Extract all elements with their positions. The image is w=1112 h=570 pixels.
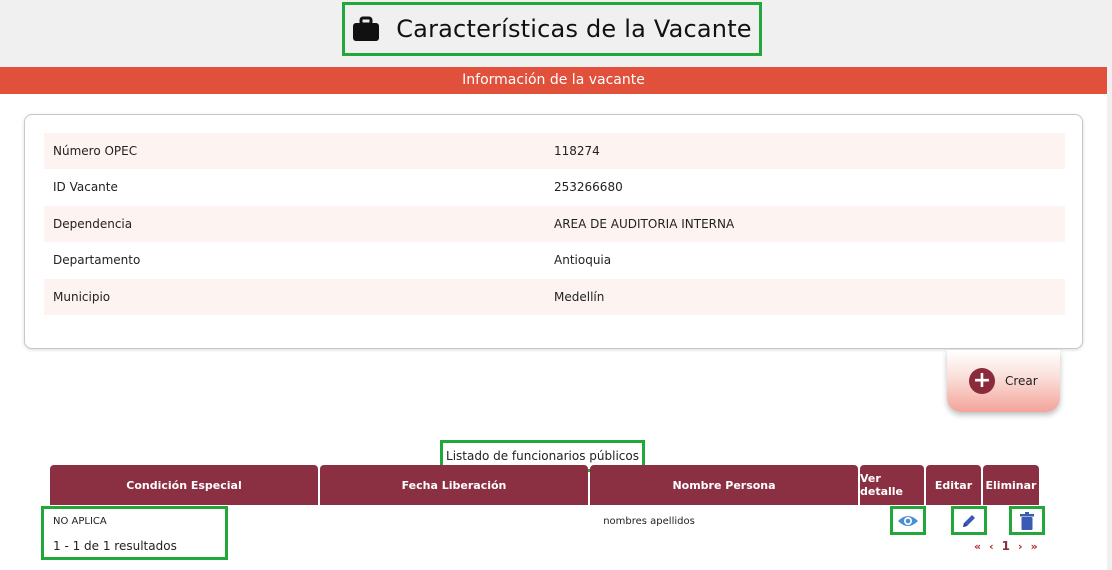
- create-button-label: Crear: [1005, 374, 1038, 388]
- info-value: Medellín: [554, 290, 605, 304]
- info-label: Número OPEC: [53, 144, 138, 158]
- info-label: Municipio: [53, 290, 111, 304]
- info-row: Número OPEC 118274: [44, 133, 1065, 169]
- column-header-editar: Editar: [926, 465, 981, 505]
- page-title-box: Características de la Vacante: [342, 2, 762, 56]
- pagination: « ‹ 1 › »: [970, 539, 1042, 553]
- column-header-fecha[interactable]: Fecha Liberación: [320, 465, 588, 505]
- edit-button[interactable]: [951, 506, 987, 535]
- column-header-eliminar: Eliminar: [983, 465, 1039, 505]
- info-label: Dependencia: [53, 217, 133, 231]
- view-detail-button[interactable]: [890, 506, 926, 535]
- pencil-icon: [963, 514, 975, 527]
- info-row: Departamento Antioquia: [44, 242, 1065, 278]
- vacancy-panel: Información de la vacante Número OPEC 11…: [0, 67, 1107, 570]
- trash-icon: [1020, 511, 1034, 530]
- info-value: Antioquia: [554, 253, 612, 267]
- delete-button[interactable]: [1009, 506, 1045, 535]
- info-label: ID Vacante: [53, 180, 118, 194]
- info-row: Municipio Medellín: [44, 279, 1065, 315]
- first-page-button[interactable]: «: [974, 540, 981, 553]
- info-value: AREA DE AUDITORIA INTERNA: [554, 217, 735, 231]
- table-cell-nombre: nombres apellidos: [603, 516, 695, 527]
- plus-circle-icon: +: [969, 368, 995, 394]
- next-page-button[interactable]: ›: [1018, 540, 1023, 553]
- vacancy-info-card: Número OPEC 118274 ID Vacante 253266680 …: [24, 114, 1083, 349]
- eye-icon: [898, 515, 918, 526]
- info-row: ID Vacante 253266680: [44, 169, 1065, 205]
- column-header-nombre[interactable]: Nombre Persona: [590, 465, 858, 505]
- table-cell-condicion: NO APLICA: [53, 516, 107, 527]
- info-value: 253266680: [554, 180, 623, 194]
- info-value: 118274: [554, 144, 600, 158]
- column-header-ver-detalle: Ver detalle: [860, 465, 924, 505]
- page-title: Características de la Vacante: [396, 15, 752, 43]
- last-page-button[interactable]: »: [1031, 540, 1038, 553]
- results-count: 1 - 1 de 1 resultados: [53, 539, 177, 553]
- panel-header: Información de la vacante: [0, 67, 1107, 94]
- briefcase-icon: [352, 16, 380, 42]
- prev-page-button[interactable]: ‹: [989, 540, 994, 553]
- info-row: Dependencia AREA DE AUDITORIA INTERNA: [44, 206, 1065, 242]
- create-button[interactable]: + Crear: [947, 350, 1060, 412]
- column-header-condicion[interactable]: Condición Especial: [50, 465, 318, 505]
- current-page[interactable]: 1: [1002, 539, 1010, 553]
- info-label: Departamento: [53, 253, 141, 267]
